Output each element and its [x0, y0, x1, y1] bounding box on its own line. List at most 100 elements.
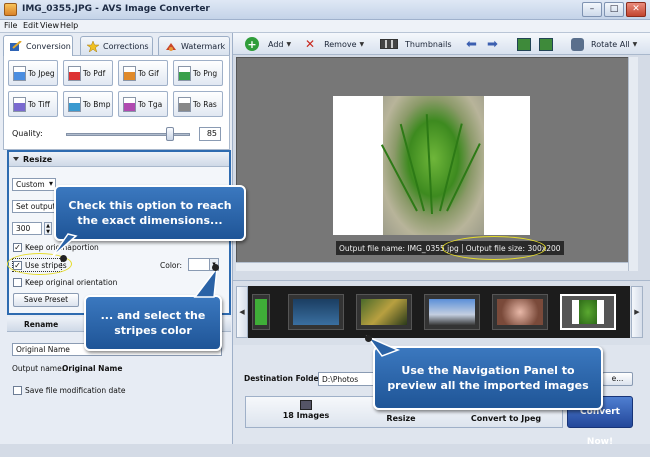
file-size-highlight [442, 236, 546, 260]
to-tga-button[interactable]: To Tga [118, 91, 168, 117]
to-tiff-label: To Tiff [28, 99, 50, 109]
output-file-name: Output file name: IMG_0355.jpg [339, 243, 459, 253]
to-tga-label: To Tga [138, 99, 163, 109]
thumbnail-item[interactable] [252, 294, 270, 330]
quality-slider-thumb[interactable] [166, 127, 174, 141]
tab-watermark[interactable]: Watermark [158, 36, 230, 55]
preview-vertical-scrollbar[interactable] [628, 57, 638, 271]
main-toolbar: + Add ▼ ✕ Remove ▼ Thumbnails ⬅ ➡ Rotate… [233, 33, 650, 55]
app-icon [4, 3, 17, 16]
preview-photo [380, 96, 484, 235]
output-name-value: Original Name [62, 364, 123, 373]
grass-blade [380, 144, 418, 212]
color-label: Color: [160, 261, 182, 270]
pointer-dot [60, 255, 67, 262]
callout-stripes-color: ... and select the stripes color [84, 295, 222, 351]
menu-view[interactable]: View [40, 21, 59, 30]
thumbnail-image [293, 299, 339, 325]
output-name-label: Output name: [12, 364, 65, 373]
to-ras-label: To Ras [193, 99, 217, 109]
tab-bar: Conversion Corrections Watermark [0, 33, 233, 56]
grass-blade [446, 143, 481, 212]
pointer-dot [365, 335, 372, 342]
png-file-icon [178, 65, 191, 81]
step-images[interactable]: 18 Images [266, 397, 346, 427]
prev-button[interactable]: ⬅ [466, 36, 477, 52]
save-date-label: Save file modification date [25, 386, 126, 395]
menu-help[interactable]: Help [60, 21, 78, 30]
thumbnail-item[interactable] [492, 294, 548, 330]
close-button[interactable]: ✕ [626, 2, 646, 17]
thumbnail-item[interactable] [424, 294, 480, 330]
gif-file-icon [123, 65, 136, 81]
tga-file-icon [123, 96, 136, 112]
nav-next-arrow[interactable]: ▶ [631, 286, 643, 338]
menu-bar: File Edit View Help [0, 20, 650, 33]
thumbnails-button[interactable]: Thumbnails [380, 36, 451, 52]
to-png-label: To Png [193, 68, 218, 78]
to-tiff-button[interactable]: To Tiff [8, 91, 58, 117]
rotate-right-icon [539, 37, 553, 51]
tiff-file-icon [13, 96, 26, 112]
tab-corrections[interactable]: Corrections [80, 36, 153, 55]
window-title: IMG_0355.JPG - AVS Image Converter [22, 4, 210, 14]
set-output-select[interactable]: Set output : [12, 200, 56, 213]
menu-file[interactable]: File [4, 21, 17, 30]
to-gif-label: To Gif [138, 68, 159, 78]
next-button[interactable]: ➡ [487, 36, 498, 52]
rotate-all-label: Rotate All [591, 39, 630, 49]
to-png-button[interactable]: To Png [173, 60, 223, 86]
thumbnails-icon [380, 39, 398, 49]
grass-blade [425, 114, 433, 215]
thumbnail-image [579, 300, 597, 324]
rotate-all-dropdown-icon: ▼ [632, 40, 638, 48]
pdf-file-icon [68, 65, 81, 81]
to-bmp-button[interactable]: To Bmp [63, 91, 113, 117]
keep-proportion-checkbox[interactable]: ✓ [13, 243, 22, 252]
thumbnail-image [497, 299, 543, 325]
rotate-right-button[interactable] [539, 36, 553, 52]
rotate-all-button[interactable]: Rotate All ▼ [571, 36, 637, 52]
preview-horizontal-scrollbar[interactable] [236, 262, 628, 271]
menu-edit[interactable]: Edit [23, 21, 39, 30]
maximize-button[interactable]: □ [604, 2, 624, 17]
to-jpeg-button[interactable]: To Jpeg [8, 60, 58, 86]
grass-blade [399, 123, 425, 212]
add-button[interactable]: + Add ▼ [245, 36, 291, 52]
thumbnail-item[interactable] [356, 294, 412, 330]
remove-icon: ✕ [305, 37, 316, 51]
thumbnail-item-selected[interactable] [560, 294, 616, 330]
destination-label: Destination Folder: [244, 374, 326, 383]
save-date-checkbox[interactable] [13, 386, 22, 395]
quality-input[interactable]: 85 [199, 127, 221, 141]
to-ras-button[interactable]: To Ras [173, 91, 223, 117]
remove-button[interactable]: ✕ Remove ▼ [305, 36, 364, 52]
title-bar: IMG_0355.JPG - AVS Image Converter – □ ✕ [0, 0, 650, 20]
browse-button[interactable]: e... [602, 372, 633, 386]
keep-orientation-checkbox[interactable] [13, 278, 22, 287]
tab-watermark-label: Watermark [181, 41, 226, 51]
thumbnail-item[interactable] [288, 294, 344, 330]
width-input[interactable]: 300 [12, 222, 42, 235]
to-pdf-label: To Pdf [83, 68, 106, 78]
minimize-button[interactable]: – [582, 2, 602, 17]
jpeg-file-icon [13, 65, 26, 81]
to-gif-button[interactable]: To Gif [118, 60, 168, 86]
thumbnail-image [255, 299, 267, 325]
tab-corrections-label: Corrections [103, 41, 149, 51]
rotate-all-icon [571, 37, 584, 51]
rotate-left-button[interactable] [517, 36, 531, 52]
tab-conversion[interactable]: Conversion [3, 35, 73, 56]
nav-prev-arrow[interactable]: ◀ [236, 286, 248, 338]
conversion-icon [10, 40, 22, 51]
save-preset-button[interactable]: Save Preset [13, 293, 79, 307]
ras-file-icon [178, 96, 191, 112]
rotate-left-icon [517, 37, 531, 51]
resize-preset-select[interactable]: Custom [12, 178, 56, 191]
thumbnails-label: Thumbnails [405, 39, 452, 49]
add-icon: + [245, 37, 259, 51]
resize-header[interactable]: Resize [9, 152, 229, 167]
to-pdf-button[interactable]: To Pdf [63, 60, 113, 86]
callout-navigation: Use the Navigation Panel to preview all … [373, 346, 603, 410]
watermark-icon [166, 42, 176, 51]
